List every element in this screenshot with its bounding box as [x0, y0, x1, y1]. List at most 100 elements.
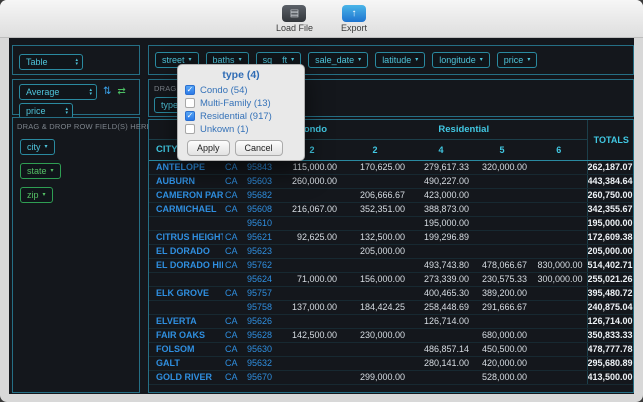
table-row: GALT CA 95632 280,141.00 420,000.00 295,680.8…: [149, 356, 633, 371]
row-city-label[interactable]: CITRUS HEIGHTS: [149, 230, 223, 245]
row-drop-hint: DRAG & DROP ROW FIELD(S) HERE: [17, 122, 152, 131]
row-zip-label[interactable]: 95670: [247, 370, 283, 385]
col-group-residential[interactable]: Residential: [341, 120, 587, 140]
caret-down-icon: ▾: [89, 91, 92, 97]
cell-value: [531, 356, 587, 371]
cell-value: 156,000.00: [341, 272, 409, 287]
checked-checkbox-icon[interactable]: ✓: [185, 85, 195, 95]
row-city-label[interactable]: FAIR OAKS: [149, 328, 223, 343]
row-field-chip-city[interactable]: city ▾: [20, 139, 55, 155]
row-zip-label[interactable]: 95757: [247, 286, 283, 301]
filter-popup: type (4) ✓ Condo (54) Multi-Family (13) ✓ Re…: [177, 64, 305, 161]
filter-option-label: Residential (917): [200, 110, 272, 122]
col-header-2[interactable]: 2: [341, 139, 409, 161]
row-city-label[interactable]: ELVERTA: [149, 314, 223, 329]
row-city-label[interactable]: ANTELOPE: [149, 160, 223, 175]
row-city-label[interactable]: CARMICHAEL: [149, 202, 223, 217]
row-state-label: [223, 216, 247, 231]
table-row: 95758 137,000.00 184,424.25 258,448.69 291,6…: [149, 300, 633, 315]
row-city-label[interactable]: AUBURN: [149, 174, 223, 189]
chevron-down-icon: ▾: [479, 57, 483, 63]
filter-option-1[interactable]: Multi-Family (13): [185, 97, 297, 109]
filter-option-2[interactable]: ✓ Residential (917): [185, 110, 297, 122]
row-zip-label[interactable]: 95843: [247, 160, 283, 175]
apply-button[interactable]: Apply: [187, 140, 230, 156]
row-state-label: CA: [223, 314, 247, 329]
export-button[interactable]: ↑ Export: [341, 4, 367, 33]
load-file-glyph: ▤: [289, 7, 300, 19]
row-city-label[interactable]: FOLSOM: [149, 342, 223, 357]
row-zip-label[interactable]: 95630: [247, 342, 283, 357]
row-zip-label[interactable]: 95608: [247, 202, 283, 217]
row-city-label[interactable]: [149, 300, 223, 315]
cell-value: [531, 244, 587, 259]
aggregator-select[interactable]: Average ▴ ▾: [19, 84, 97, 100]
row-city-label[interactable]: GALT: [149, 356, 223, 371]
cell-value: 92,625.00: [283, 230, 341, 245]
row-zip-label[interactable]: 95762: [247, 258, 283, 273]
row-city-label[interactable]: EL DORADO: [149, 244, 223, 259]
col-header-5[interactable]: 5: [473, 139, 531, 161]
row-total-value: 443,384.64: [586, 174, 633, 189]
row-city-label[interactable]: ELK GROVE: [149, 286, 223, 301]
unchecked-checkbox-icon[interactable]: [185, 98, 195, 108]
row-zip-label[interactable]: 95626: [247, 314, 283, 329]
row-zip-label[interactable]: 95621: [247, 230, 283, 245]
row-zip-label[interactable]: 95603: [247, 174, 283, 189]
field-chip-latitude[interactable]: latitude ▾: [375, 52, 426, 68]
row-state-label: CA: [223, 342, 247, 357]
row-city-label[interactable]: GOLD RIVER: [149, 370, 223, 385]
row-city-label[interactable]: [149, 216, 223, 231]
row-field-chip-zip[interactable]: zip ▾: [20, 187, 53, 203]
toolbar: ▤ Load File ↑ Export: [0, 0, 643, 38]
row-zip-label[interactable]: 95632: [247, 356, 283, 371]
row-zip-label[interactable]: 95758: [247, 300, 283, 315]
chevron-down-icon: ▾: [415, 57, 419, 63]
filter-options-list: ✓ Condo (54) Multi-Family (13) ✓ Residential…: [185, 84, 297, 135]
unchecked-checkbox-icon[interactable]: [185, 124, 195, 134]
field-chip-sale_date-label: sale_date: [315, 55, 355, 65]
row-city-label[interactable]: EL DORADO HILLS: [149, 258, 223, 273]
row-zip-label[interactable]: 95610: [247, 216, 283, 231]
row-order-icon[interactable]: ⇅: [103, 87, 111, 97]
field-chip-sale_date[interactable]: sale_date ▾: [308, 52, 369, 68]
checked-checkbox-icon[interactable]: ✓: [185, 111, 195, 121]
field-chip-longitude[interactable]: longitude ▾: [432, 52, 490, 68]
cell-value: [531, 216, 587, 231]
cell-value: [283, 216, 341, 231]
row-fields-drop-area[interactable]: DRAG & DROP ROW FIELD(S) HERE city ▾ state…: [12, 117, 152, 393]
cell-value: 199,296.89: [409, 230, 473, 245]
load-file-button[interactable]: ▤ Load File: [276, 4, 313, 33]
cell-value: 195,000.00: [409, 216, 473, 231]
col-header-6[interactable]: 6: [531, 139, 587, 161]
row-field-chip-state[interactable]: state ▾: [20, 163, 61, 179]
cell-value: 528,000.00: [473, 370, 531, 385]
field-chip-price[interactable]: price ▾: [496, 52, 538, 68]
row-state-label: CA: [223, 160, 247, 175]
cell-value: [531, 202, 587, 217]
cell-value: [283, 314, 341, 329]
col-header-4[interactable]: 4: [409, 139, 473, 161]
row-total-value: 395,480.72: [586, 286, 633, 301]
table-row: FOLSOM CA 95630 486,857.14 450,500.00 478,777…: [149, 342, 633, 357]
cancel-button[interactable]: Cancel: [234, 140, 283, 156]
row-zip-label[interactable]: 95682: [247, 188, 283, 203]
cell-value: 291,666.67: [473, 300, 531, 315]
renderer-select-value: Table: [26, 57, 48, 67]
cell-value: [531, 188, 587, 203]
col-order-icon[interactable]: ⇄: [117, 87, 125, 97]
row-zip-label[interactable]: 95624: [247, 272, 283, 287]
renderer-panel: Table ▴ ▾: [12, 45, 140, 75]
row-city-label[interactable]: [149, 272, 223, 287]
row-city-label[interactable]: CAMERON PARK: [149, 188, 223, 203]
filter-option-0[interactable]: ✓ Condo (54): [185, 84, 297, 96]
filter-popup-buttons: Apply Cancel: [185, 140, 297, 156]
filter-option-3[interactable]: Unkown (1): [185, 123, 297, 135]
renderer-select[interactable]: Table ▴ ▾: [19, 54, 83, 70]
row-zip-label[interactable]: 95623: [247, 244, 283, 259]
cell-value: [341, 286, 409, 301]
cell-value: 320,000.00: [473, 160, 531, 175]
cell-value: 423,000.00: [409, 188, 473, 203]
row-zip-label[interactable]: 95628: [247, 328, 283, 343]
row-state-label: CA: [223, 202, 247, 217]
